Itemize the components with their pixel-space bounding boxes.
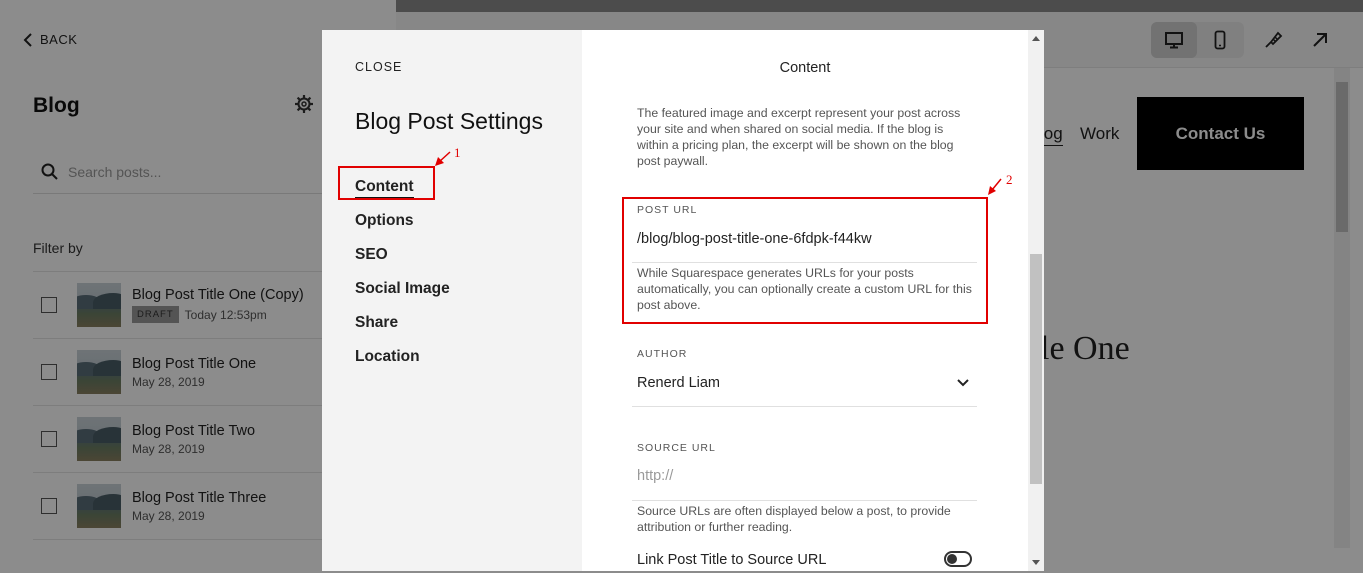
tab-social-image[interactable]: Social Image bbox=[355, 272, 450, 306]
source-url-label: SOURCE URL bbox=[637, 442, 716, 454]
link-toggle-label: Link Post Title to Source URL bbox=[637, 552, 827, 568]
tab-seo[interactable]: SEO bbox=[355, 238, 450, 272]
link-source-toggle[interactable] bbox=[944, 551, 972, 567]
tab-label: Location bbox=[355, 348, 420, 365]
close-button[interactable]: CLOSE bbox=[355, 60, 402, 74]
modal-scrollbar[interactable] bbox=[1028, 30, 1044, 571]
settings-nav: Content Options SEO Social Image Share L… bbox=[355, 170, 450, 374]
annotation-box-1 bbox=[338, 166, 435, 200]
annotation-number-1: 1 bbox=[454, 145, 461, 160]
section-description: The featured image and excerpt represent… bbox=[637, 106, 961, 168]
scroll-down-icon[interactable] bbox=[1032, 560, 1040, 565]
source-url-input[interactable] bbox=[637, 468, 967, 484]
field-divider bbox=[632, 406, 977, 407]
tab-location[interactable]: Location bbox=[355, 340, 450, 374]
tab-label: Share bbox=[355, 314, 399, 331]
tab-label: Social Image bbox=[355, 280, 450, 297]
annotation-number-2: 2 bbox=[1006, 172, 1013, 187]
scrollbar-thumb[interactable] bbox=[1030, 254, 1042, 484]
author-select[interactable]: Renerd Liam bbox=[637, 375, 720, 391]
tab-share[interactable]: Share bbox=[355, 306, 450, 340]
field-divider bbox=[632, 500, 977, 501]
tab-label: Options bbox=[355, 212, 414, 229]
annotation-arrow-icon bbox=[988, 178, 1002, 195]
annotation-box-2 bbox=[622, 197, 988, 324]
settings-sidebar: CLOSE Blog Post Settings Content Options… bbox=[322, 30, 582, 571]
tab-label: SEO bbox=[355, 246, 388, 263]
author-label: AUTHOR bbox=[637, 348, 688, 360]
settings-title: Blog Post Settings bbox=[355, 108, 543, 134]
annotation-arrow-icon bbox=[435, 151, 451, 166]
tab-options[interactable]: Options bbox=[355, 204, 450, 238]
source-url-help: Source URLs are often displayed below a … bbox=[637, 504, 951, 534]
scroll-up-icon[interactable] bbox=[1032, 36, 1040, 41]
section-heading: Content bbox=[779, 60, 831, 76]
chevron-down-icon[interactable] bbox=[956, 376, 970, 390]
